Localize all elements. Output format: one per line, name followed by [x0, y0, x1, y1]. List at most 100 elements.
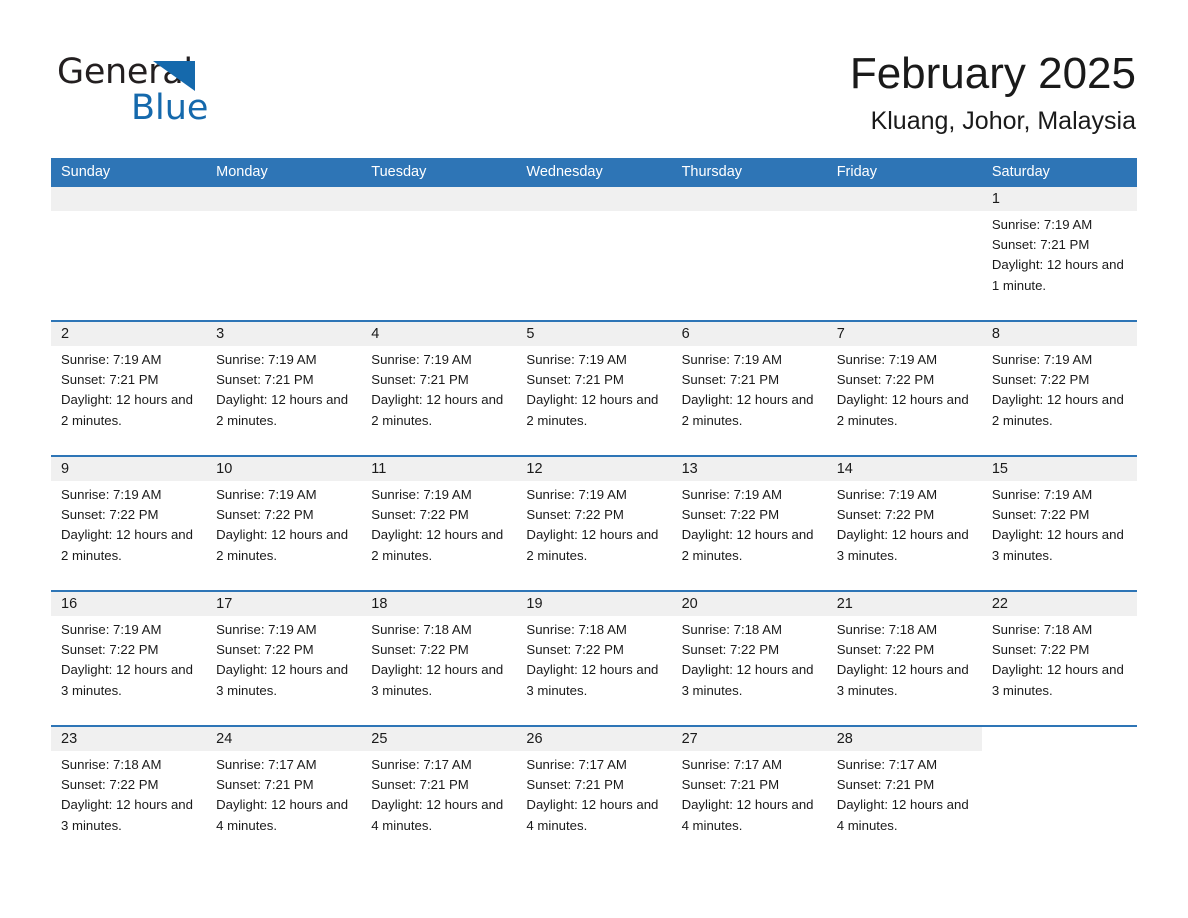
day-cell-14[interactable]: 14 Sunrise: 7:19 AM Sunset: 7:22 PM Dayligh…: [826, 457, 982, 590]
day-number: 25: [371, 731, 388, 747]
daylight-text: Daylight: 12 hours and 3 minutes.: [836, 662, 969, 698]
sunset-text: Sunset: 7:22 PM: [61, 642, 159, 658]
day-number-band: [826, 187, 982, 211]
sunrise-text: Sunrise: 7:18 AM: [61, 757, 162, 772]
day-number: 6: [681, 326, 690, 342]
sunrise-text: Sunrise: 7:17 AM: [216, 757, 317, 772]
day-cell-13[interactable]: 13 Sunrise: 7:19 AM Sunset: 7:22 PM Dayligh…: [671, 457, 827, 590]
weekday-header-tuesday: Tuesday: [371, 164, 427, 180]
day-sun-info: Sunrise: 7:19 AM Sunset: 7:22 PM Daylight:…: [672, 481, 827, 566]
calendar-week-row: 23 Sunrise: 7:18 AM Sunset: 7:22 PM Dayligh…: [51, 725, 1137, 860]
day-number: 28: [836, 731, 853, 747]
calendar-weeks: 1 Sunrise: 7:19 AM Sunset: 7:21 PM Daylight…: [51, 187, 1137, 860]
day-cell-12[interactable]: 12 Sunrise: 7:19 AM Sunset: 7:22 PM Dayligh…: [516, 457, 672, 590]
day-cell-15[interactable]: 15 Sunrise: 7:19 AM Sunset: 7:22 PM Dayligh…: [981, 457, 1137, 590]
day-cell-7[interactable]: 7 Sunrise: 7:19 AM Sunset: 7:22 PM Daylight…: [826, 322, 982, 455]
day-cell-4[interactable]: 4 Sunrise: 7:19 AM Sunset: 7:21 PM Daylight…: [361, 322, 517, 455]
daylight-text: Daylight: 12 hours and 3 minutes.: [61, 797, 193, 833]
daylight-text: Daylight: 12 hours and 4 minutes.: [371, 797, 504, 833]
day-cell-empty: [981, 727, 1137, 860]
day-cell-20[interactable]: 20 Sunrise: 7:18 AM Sunset: 7:22 PM Dayligh…: [671, 592, 827, 725]
day-cell-23[interactable]: 23 Sunrise: 7:18 AM Sunset: 7:22 PM Dayligh…: [51, 727, 207, 860]
day-number-band: 6: [671, 322, 827, 346]
day-cell-6[interactable]: 6 Sunrise: 7:19 AM Sunset: 7:21 PM Daylight…: [671, 322, 827, 455]
day-sun-info: Sunrise: 7:19 AM Sunset: 7:22 PM Daylight:…: [827, 481, 982, 566]
day-cell-5[interactable]: 5 Sunrise: 7:19 AM Sunset: 7:21 PM Daylight…: [516, 322, 672, 455]
daylight-text: Daylight: 12 hours and 3 minutes.: [371, 662, 504, 698]
daylight-text: Daylight: 12 hours and 2 minutes.: [216, 527, 349, 563]
day-cell-3[interactable]: 3 Sunrise: 7:19 AM Sunset: 7:21 PM Daylight…: [206, 322, 362, 455]
day-cell-11[interactable]: 11 Sunrise: 7:19 AM Sunset: 7:22 PM Dayligh…: [361, 457, 517, 590]
day-cell-26[interactable]: 26 Sunrise: 7:17 AM Sunset: 7:21 PM Dayligh…: [516, 727, 672, 860]
sunset-text: Sunset: 7:21 PM: [836, 777, 935, 793]
day-number-band: 9: [51, 457, 207, 481]
sunset-text: Sunset: 7:21 PM: [61, 372, 159, 388]
day-number: 21: [836, 596, 853, 612]
sunset-text: Sunset: 7:22 PM: [216, 507, 314, 523]
daylight-text: Daylight: 12 hours and 3 minutes.: [836, 527, 969, 563]
daylight-text: Daylight: 12 hours and 2 minutes.: [371, 527, 504, 563]
day-cell-empty: [826, 187, 982, 320]
sunset-text: Sunset: 7:21 PM: [526, 372, 624, 388]
day-sun-info: Sunrise: 7:19 AM Sunset: 7:22 PM Daylight:…: [982, 346, 1137, 431]
sunset-text: Sunset: 7:21 PM: [371, 777, 469, 793]
daylight-text: Daylight: 12 hours and 4 minutes.: [836, 797, 969, 833]
sunrise-text: Sunrise: 7:19 AM: [371, 487, 472, 502]
general-blue-logo[interactable]: General Blue: [57, 52, 307, 128]
daylight-text: Daylight: 12 hours and 2 minutes.: [681, 527, 814, 563]
day-number: 27: [681, 731, 698, 747]
day-number-band: 5: [516, 322, 672, 346]
day-sun-info: Sunrise: 7:18 AM Sunset: 7:22 PM Daylight:…: [516, 616, 671, 701]
day-sun-info: Sunrise: 7:19 AM Sunset: 7:22 PM Daylight:…: [361, 481, 516, 566]
sunset-text: Sunset: 7:21 PM: [681, 777, 780, 793]
day-number-band: 28: [826, 727, 982, 751]
day-sun-info: Sunrise: 7:18 AM Sunset: 7:22 PM Daylight:…: [361, 616, 516, 701]
day-number: 26: [526, 731, 543, 747]
day-cell-24[interactable]: 24 Sunrise: 7:17 AM Sunset: 7:21 PM Dayligh…: [206, 727, 362, 860]
day-cell-21[interactable]: 21 Sunrise: 7:18 AM Sunset: 7:22 PM Dayligh…: [826, 592, 982, 725]
day-cell-16[interactable]: 16 Sunrise: 7:19 AM Sunset: 7:22 PM Dayligh…: [51, 592, 207, 725]
sunset-text: Sunset: 7:22 PM: [526, 507, 624, 523]
sunrise-text: Sunrise: 7:19 AM: [991, 217, 1093, 232]
daylight-text: Daylight: 12 hours and 2 minutes.: [61, 392, 193, 428]
day-number-band: 13: [671, 457, 827, 481]
day-cell-9[interactable]: 9 Sunrise: 7:19 AM Sunset: 7:22 PM Daylight…: [51, 457, 207, 590]
day-sun-info: Sunrise: 7:17 AM Sunset: 7:21 PM Daylight:…: [827, 751, 982, 836]
day-cell-27[interactable]: 27 Sunrise: 7:17 AM Sunset: 7:21 PM Dayligh…: [671, 727, 827, 860]
day-sun-info: Sunrise: 7:17 AM Sunset: 7:21 PM Daylight:…: [516, 751, 671, 836]
sunrise-text: Sunrise: 7:19 AM: [61, 352, 162, 367]
day-number-band: 8: [981, 322, 1137, 346]
sunrise-text: Sunrise: 7:17 AM: [526, 757, 627, 772]
day-cell-22[interactable]: 22 Sunrise: 7:18 AM Sunset: 7:22 PM Dayligh…: [981, 592, 1137, 725]
day-cell-25[interactable]: 25 Sunrise: 7:17 AM Sunset: 7:21 PM Dayligh…: [361, 727, 517, 860]
sunset-text: Sunset: 7:22 PM: [836, 372, 935, 388]
daylight-text: Daylight: 12 hours and 3 minutes.: [61, 662, 193, 698]
weekday-header-row: Sunday Monday Tuesday Wednesday Thursday Frid…: [51, 158, 1137, 187]
day-sun-info: Sunrise: 7:19 AM Sunset: 7:21 PM Daylight:…: [982, 211, 1137, 296]
day-number-band: 1: [981, 187, 1137, 211]
day-cell-19[interactable]: 19 Sunrise: 7:18 AM Sunset: 7:22 PM Dayligh…: [516, 592, 672, 725]
sunrise-text: Sunrise: 7:19 AM: [61, 622, 162, 637]
sunrise-text: Sunrise: 7:18 AM: [836, 622, 938, 637]
day-number: 23: [61, 731, 78, 747]
day-cell-18[interactable]: 18 Sunrise: 7:18 AM Sunset: 7:22 PM Dayligh…: [361, 592, 517, 725]
page-header: General Blue February 2025 Kluang, Johor…: [0, 0, 1188, 158]
daylight-text: Daylight: 12 hours and 3 minutes.: [216, 662, 349, 698]
daylight-text: Daylight: 12 hours and 2 minutes.: [216, 392, 349, 428]
daylight-text: Daylight: 12 hours and 3 minutes.: [991, 527, 1124, 563]
day-sun-info: Sunrise: 7:18 AM Sunset: 7:22 PM Daylight:…: [982, 616, 1137, 701]
weekday-header-sunday: Sunday: [61, 164, 111, 180]
day-number: 22: [991, 596, 1008, 612]
day-cell-17[interactable]: 17 Sunrise: 7:19 AM Sunset: 7:22 PM Dayligh…: [206, 592, 362, 725]
day-cell-8[interactable]: 8 Sunrise: 7:19 AM Sunset: 7:22 PM Daylight…: [981, 322, 1137, 455]
weekday-header-saturday: Saturday: [991, 164, 1050, 180]
day-cell-1[interactable]: 1 Sunrise: 7:19 AM Sunset: 7:21 PM Daylight…: [981, 187, 1137, 320]
daylight-text: Daylight: 12 hours and 2 minutes.: [991, 392, 1124, 428]
day-cell-10[interactable]: 10 Sunrise: 7:19 AM Sunset: 7:22 PM Dayligh…: [206, 457, 362, 590]
day-cell-28[interactable]: 28 Sunrise: 7:17 AM Sunset: 7:21 PM Dayligh…: [826, 727, 982, 860]
calendar-week-row: 1 Sunrise: 7:19 AM Sunset: 7:21 PM Daylight…: [51, 187, 1137, 320]
sunrise-text: Sunrise: 7:19 AM: [991, 487, 1093, 502]
day-number: 7: [836, 326, 845, 342]
day-cell-2[interactable]: 2 Sunrise: 7:19 AM Sunset: 7:21 PM Daylight…: [51, 322, 207, 455]
day-number-band: 4: [361, 322, 517, 346]
